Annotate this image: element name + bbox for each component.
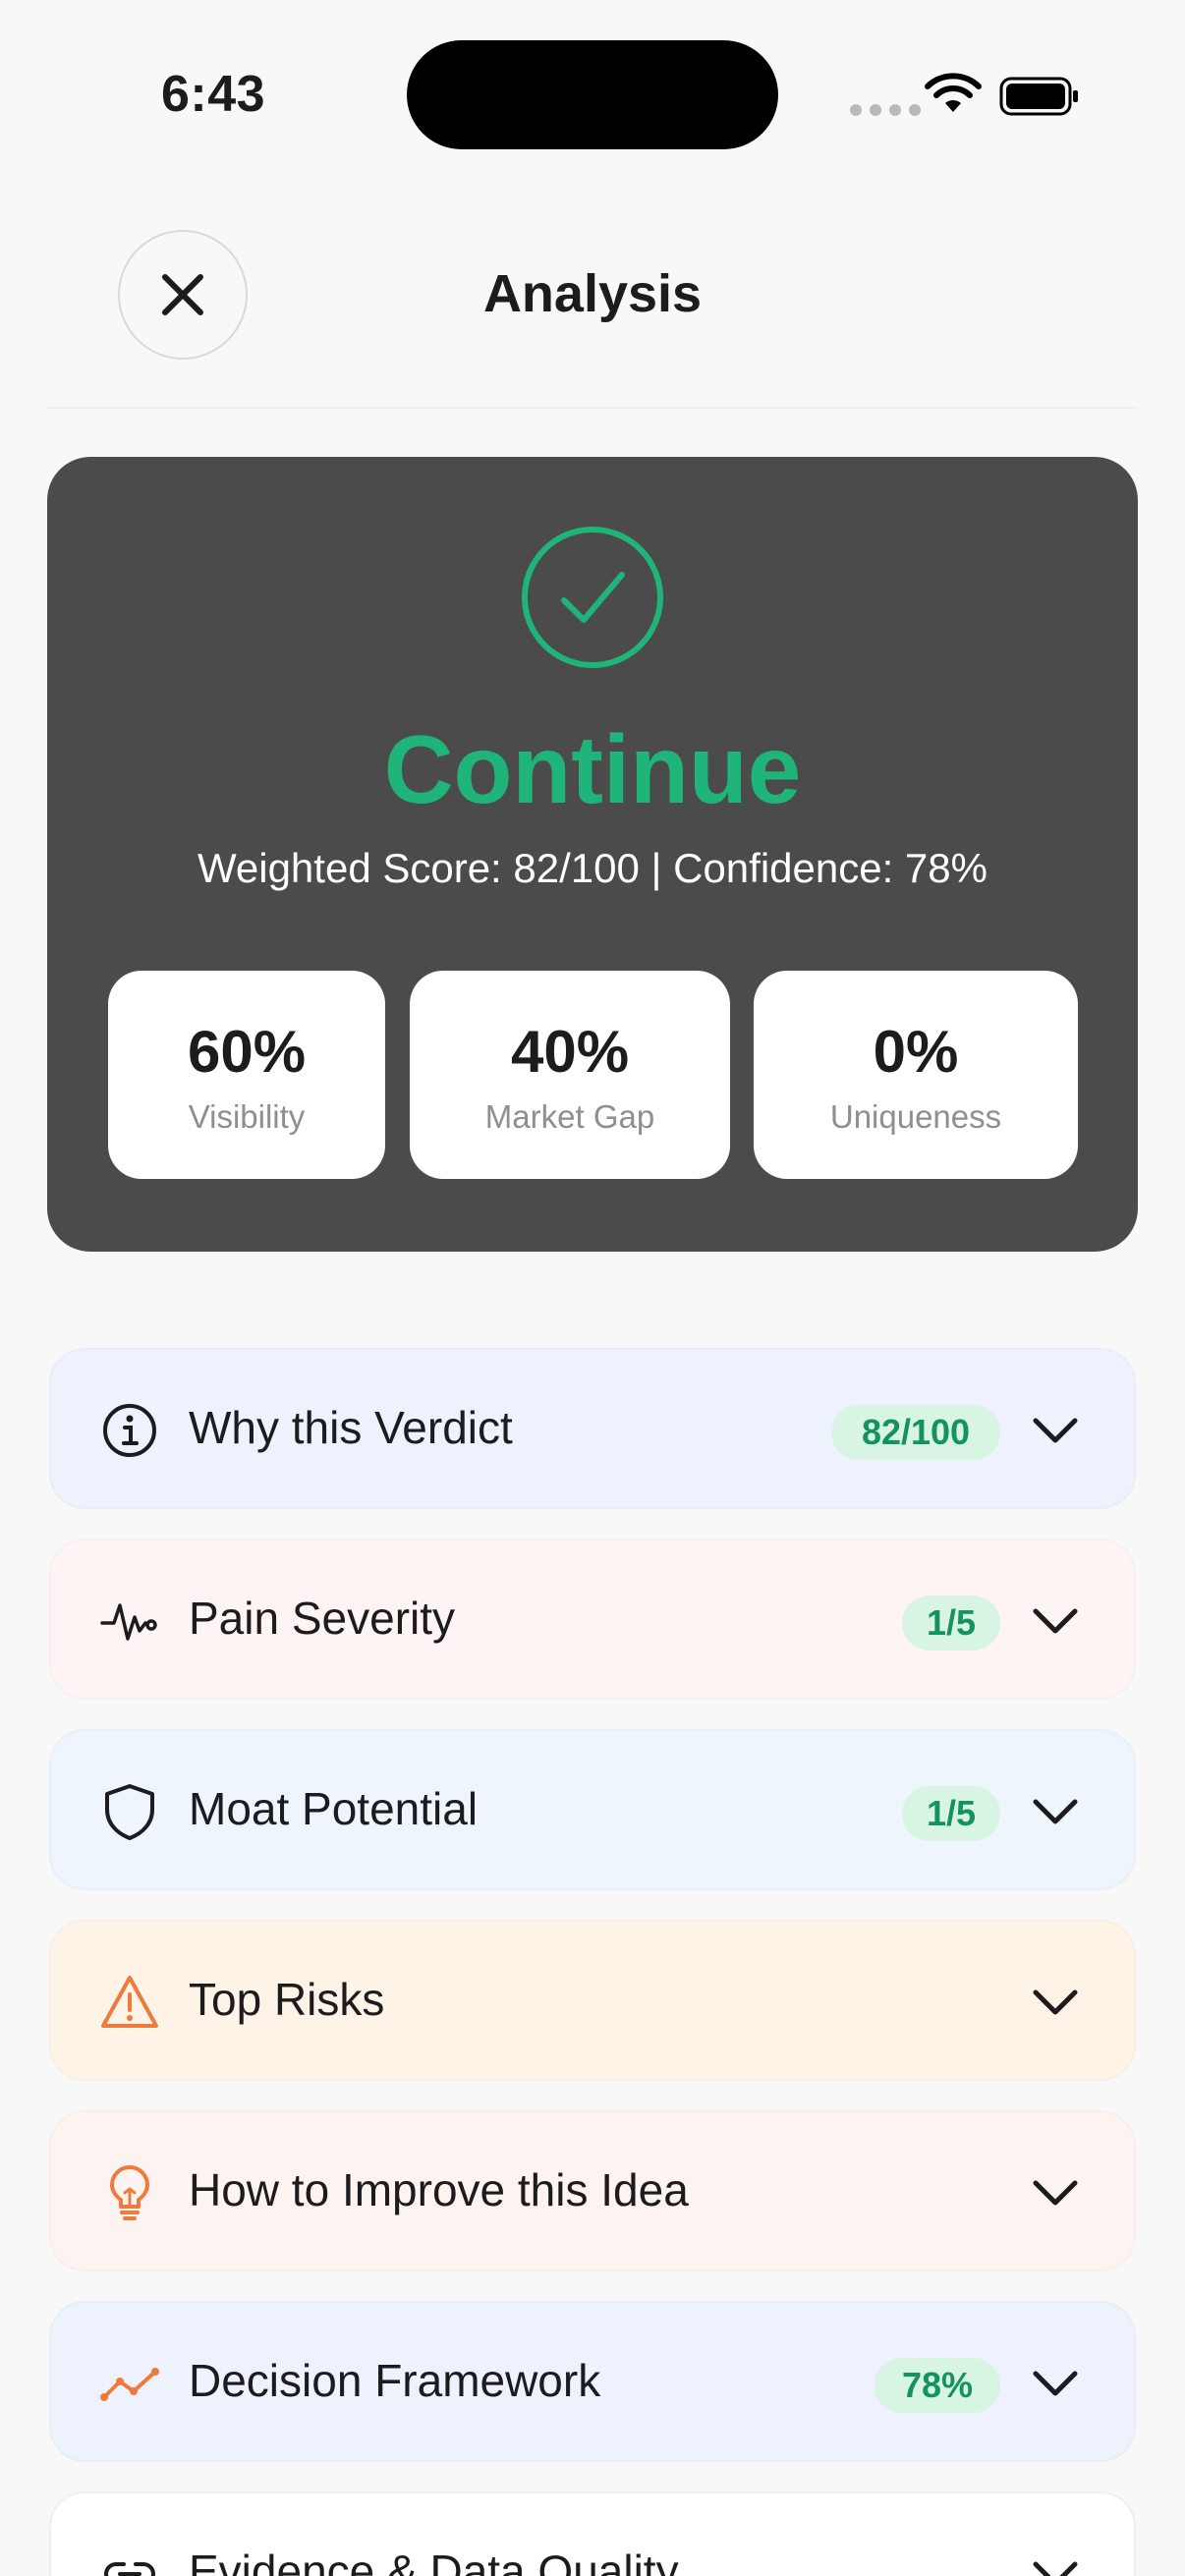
page-title: Analysis bbox=[482, 264, 703, 323]
section-label: Evidence & Data Quality bbox=[189, 2546, 679, 2576]
warning-icon bbox=[101, 1976, 158, 2028]
score-badge: 1/5 bbox=[902, 1596, 1000, 1651]
chevron-down-icon bbox=[1033, 1799, 1078, 1824]
chevron-down-icon bbox=[1033, 2180, 1078, 2206]
verdict-label: Continue bbox=[383, 715, 802, 823]
section-how-to-improve[interactable]: How to Improve this Idea bbox=[49, 2110, 1136, 2271]
section-why-this-verdict[interactable]: Why this Verdict 82/100 bbox=[49, 1348, 1136, 1509]
pulse-icon bbox=[100, 1603, 157, 1641]
section-label: Pain Severity bbox=[189, 1593, 456, 1644]
verdict-summary: Weighted Score: 82/100 | Confidence: 78% bbox=[198, 845, 988, 891]
cellular-signal-icon bbox=[850, 104, 921, 116]
metric-market-gap: 40% Market Gap bbox=[410, 971, 730, 1179]
chevron-down-icon bbox=[1033, 1418, 1078, 1443]
status-time: 6:43 bbox=[161, 66, 266, 123]
chevron-down-icon bbox=[1033, 1608, 1078, 1634]
lightbulb-icon bbox=[110, 2165, 149, 2220]
wifi-icon bbox=[925, 73, 982, 112]
section-top-risks[interactable]: Top Risks bbox=[49, 1920, 1136, 2081]
metric-label: Market Gap bbox=[484, 1098, 655, 1135]
header-divider bbox=[47, 407, 1138, 409]
metric-value: 0% bbox=[873, 1019, 959, 1085]
score-badge: 82/100 bbox=[831, 1405, 1000, 1460]
score-badge: 1/5 bbox=[902, 1786, 1000, 1841]
metric-value: 60% bbox=[187, 1019, 307, 1085]
link-icon bbox=[104, 2562, 155, 2576]
battery-icon bbox=[999, 77, 1078, 116]
metric-visibility: 60% Visibility bbox=[108, 971, 385, 1179]
shield-icon bbox=[105, 1784, 154, 1840]
screen: 6:43 Analysis Continue Weighted Score: 8… bbox=[0, 0, 1185, 2576]
chevron-down-icon bbox=[1033, 2561, 1078, 2576]
section-label: Moat Potential bbox=[189, 1783, 479, 1834]
section-evidence-data-quality[interactable]: Evidence & Data Quality bbox=[49, 2492, 1136, 2576]
section-label: Top Risks bbox=[189, 1974, 385, 2025]
info-icon bbox=[103, 1404, 156, 1457]
section-label: Decision Framework bbox=[189, 2355, 601, 2406]
check-circle-icon bbox=[522, 527, 663, 668]
verdict-card: Continue Weighted Score: 82/100 | Confid… bbox=[47, 457, 1138, 1252]
metric-uniqueness: 0% Uniqueness bbox=[754, 971, 1078, 1179]
dynamic-island bbox=[407, 40, 778, 149]
section-moat-potential[interactable]: Moat Potential 1/5 bbox=[49, 1729, 1136, 1890]
metric-label: Uniqueness bbox=[829, 1098, 1002, 1135]
chevron-down-icon bbox=[1033, 1989, 1078, 2015]
section-label: How to Improve this Idea bbox=[189, 2164, 689, 2215]
section-decision-framework[interactable]: Decision Framework 78% bbox=[49, 2301, 1136, 2462]
metric-value: 40% bbox=[510, 1019, 630, 1085]
chevron-down-icon bbox=[1033, 2371, 1078, 2396]
trend-icon bbox=[100, 2368, 159, 2401]
metric-label: Visibility bbox=[188, 1098, 306, 1135]
section-label: Why this Verdict bbox=[189, 1402, 513, 1453]
score-badge: 78% bbox=[875, 2358, 1000, 2413]
section-pain-severity[interactable]: Pain Severity 1/5 bbox=[49, 1539, 1136, 1700]
